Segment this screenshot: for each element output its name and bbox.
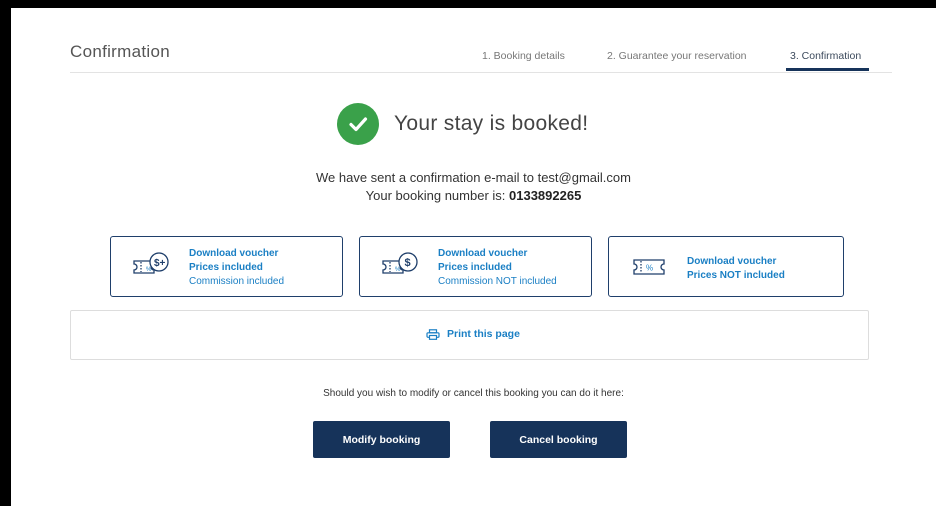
voucher-prices: Prices included — [189, 262, 263, 273]
booking-success: Your stay is booked! — [337, 103, 588, 145]
success-message: Your stay is booked! — [394, 112, 589, 135]
voucher-title: Download voucher — [687, 256, 777, 267]
confirmation-email-text: We have sent a confirmation e-mail to te… — [316, 170, 631, 185]
svg-text:$+: $+ — [154, 258, 166, 269]
voucher-text: Download voucher Prices included Commiss… — [438, 247, 557, 289]
voucher-text: Download voucher Prices included Commiss… — [189, 247, 284, 289]
print-page-label: Print this page — [447, 328, 520, 340]
voucher-title: Download voucher — [189, 248, 279, 259]
checkmark-icon — [337, 103, 379, 145]
booking-number-label: Your booking number is: — [365, 188, 510, 203]
booking-number-line: Your booking number is: 0133892265 — [11, 188, 936, 203]
voucher-prices: Prices included — [438, 262, 512, 273]
print-bar: Print this page — [70, 310, 869, 360]
cancel-booking-button[interactable]: Cancel booking — [490, 421, 627, 458]
download-voucher-prices-no-commission-button[interactable]: % $ Download voucher Prices included Com… — [359, 236, 592, 297]
svg-text:%: % — [395, 267, 401, 273]
voucher-dollar-plus-icon: % $+ — [133, 252, 169, 274]
voucher-commission: Commission NOT included — [438, 276, 557, 287]
modify-booking-button[interactable]: Modify booking — [313, 421, 450, 458]
voucher-prices: Prices NOT included — [687, 270, 785, 281]
confirmation-page: Confirmation 1. Booking details 2. Guara… — [11, 8, 936, 506]
printer-icon — [426, 328, 440, 340]
print-page-link[interactable]: Print this page — [426, 328, 520, 340]
voucher-dollar-icon: % $ — [382, 252, 418, 274]
download-voucher-no-prices-button[interactable]: % Download voucher Prices NOT included — [608, 236, 844, 297]
page-header: Confirmation 1. Booking details 2. Guara… — [70, 8, 892, 73]
active-step-indicator — [786, 68, 869, 71]
svg-text:%: % — [646, 264, 653, 273]
voucher-text: Download voucher Prices NOT included — [687, 255, 785, 283]
modify-cancel-note: Should you wish to modify or cancel this… — [323, 388, 624, 399]
svg-text:%: % — [146, 267, 152, 273]
step-confirmation: 3. Confirmation — [790, 50, 862, 62]
voucher-percent-icon: % — [633, 259, 665, 275]
svg-text:$: $ — [405, 257, 411, 269]
voucher-commission: Commission included — [189, 276, 285, 287]
step-guarantee-reservation[interactable]: 2. Guarantee your reservation — [607, 50, 747, 62]
booking-steps: 1. Booking details 2. Guarantee your res… — [70, 48, 892, 72]
download-voucher-prices-commission-button[interactable]: % $+ Download voucher Prices included Co… — [110, 236, 343, 297]
voucher-title: Download voucher — [438, 248, 528, 259]
step-booking-details[interactable]: 1. Booking details — [482, 50, 565, 62]
booking-number: 0133892265 — [509, 188, 582, 203]
